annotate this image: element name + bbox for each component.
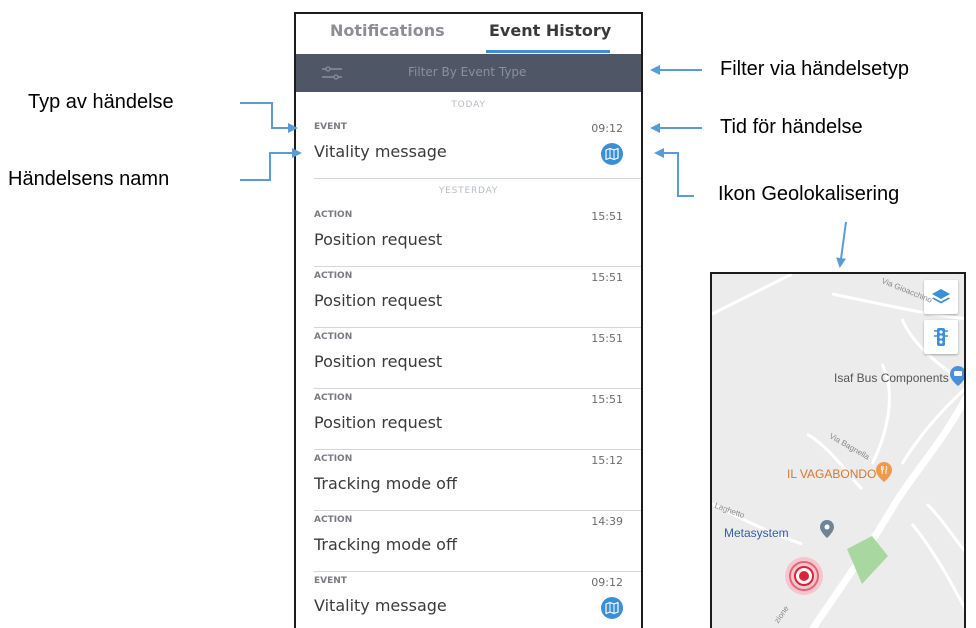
event-type: ACTION: [314, 210, 353, 220]
place-label: IL VAGABONDO: [787, 467, 877, 481]
annotation-name: Händelsens namn: [8, 168, 170, 190]
annotation-geo: Ikon Geolokalisering: [718, 183, 900, 205]
event-name: Position request: [314, 230, 443, 249]
place-label: Isaf Bus Components Srl: [834, 371, 966, 385]
park-area: [847, 536, 888, 584]
event-time: 15:51: [591, 210, 623, 223]
event-type: ACTION: [314, 271, 353, 281]
event-row[interactable]: ACTION 15:51 Position request: [296, 206, 641, 267]
arrow-map: [836, 221, 847, 268]
event-name: Tracking mode off: [314, 474, 457, 493]
event-row[interactable]: ACTION 14:39 Tracking mode off: [296, 511, 641, 572]
filter-label: Filter By Event Type: [408, 65, 527, 79]
event-type: ACTION: [314, 393, 353, 403]
traffic-light-icon[interactable]: [924, 320, 958, 354]
business-pin-icon[interactable]: [950, 366, 966, 386]
event-row[interactable]: ACTION 15:51 Position request: [296, 389, 641, 450]
event-row[interactable]: EVENT 09:12 Vitality message: [296, 572, 641, 628]
row-divider: [314, 178, 641, 179]
event-time: 09:12: [591, 576, 623, 589]
place-label: Metasystem: [724, 526, 789, 540]
event-type: EVENT: [314, 122, 347, 132]
event-time: 15:51: [591, 332, 623, 345]
section-header-yesterday: YESTERDAY: [438, 186, 499, 196]
event-time: 15:51: [591, 393, 623, 406]
event-name: Position request: [314, 413, 443, 432]
event-row[interactable]: ACTION 15:51 Position request: [296, 267, 641, 328]
event-name: Vitality message: [314, 142, 447, 161]
map-icon[interactable]: [601, 143, 623, 165]
annotation-time: Tid för händelse: [720, 116, 863, 138]
geolocation-map[interactable]: Via Gioacchino Via Bagnella Laghetto zio…: [710, 272, 966, 628]
annotation-type: Typ av händelse: [28, 91, 174, 113]
device-location-marker-icon[interactable]: [784, 556, 824, 596]
event-name: Vitality message: [314, 596, 447, 615]
event-time: 15:51: [591, 271, 623, 284]
event-name: Position request: [314, 291, 443, 310]
location-pin-icon[interactable]: [820, 520, 834, 538]
map-icon[interactable]: [601, 597, 623, 619]
event-time: 14:39: [591, 515, 623, 528]
event-row[interactable]: EVENT 09:12 Vitality message: [296, 118, 641, 179]
event-row[interactable]: ACTION 15:51 Position request: [296, 328, 641, 389]
section-header-today: TODAY: [451, 100, 486, 110]
arrow-type: [240, 102, 298, 133]
filter-sliders-icon: [322, 66, 342, 80]
filter-by-event-type-bar[interactable]: Filter By Event Type: [296, 54, 641, 92]
event-type: ACTION: [314, 515, 353, 525]
event-type: ACTION: [314, 454, 353, 464]
event-name: Position request: [314, 352, 443, 371]
arrow-name: [240, 148, 302, 181]
active-tab-indicator: [486, 50, 610, 53]
event-time: 09:12: [591, 122, 623, 135]
event-time: 15:12: [591, 454, 623, 467]
event-type: EVENT: [314, 576, 347, 586]
event-history-screen: Notifications Event History Filter By Ev…: [294, 12, 643, 628]
tab-notifications[interactable]: Notifications: [330, 21, 445, 40]
tab-event-history[interactable]: Event History: [489, 21, 611, 40]
annotation-filter: Filter via händelsetyp: [720, 58, 909, 80]
tab-bar: Notifications Event History: [296, 14, 641, 54]
arrow-geo: [654, 148, 694, 197]
event-name: Tracking mode off: [314, 535, 457, 554]
restaurant-pin-icon[interactable]: [876, 462, 892, 482]
event-row[interactable]: ACTION 15:12 Tracking mode off: [296, 450, 641, 511]
event-type: ACTION: [314, 332, 353, 342]
